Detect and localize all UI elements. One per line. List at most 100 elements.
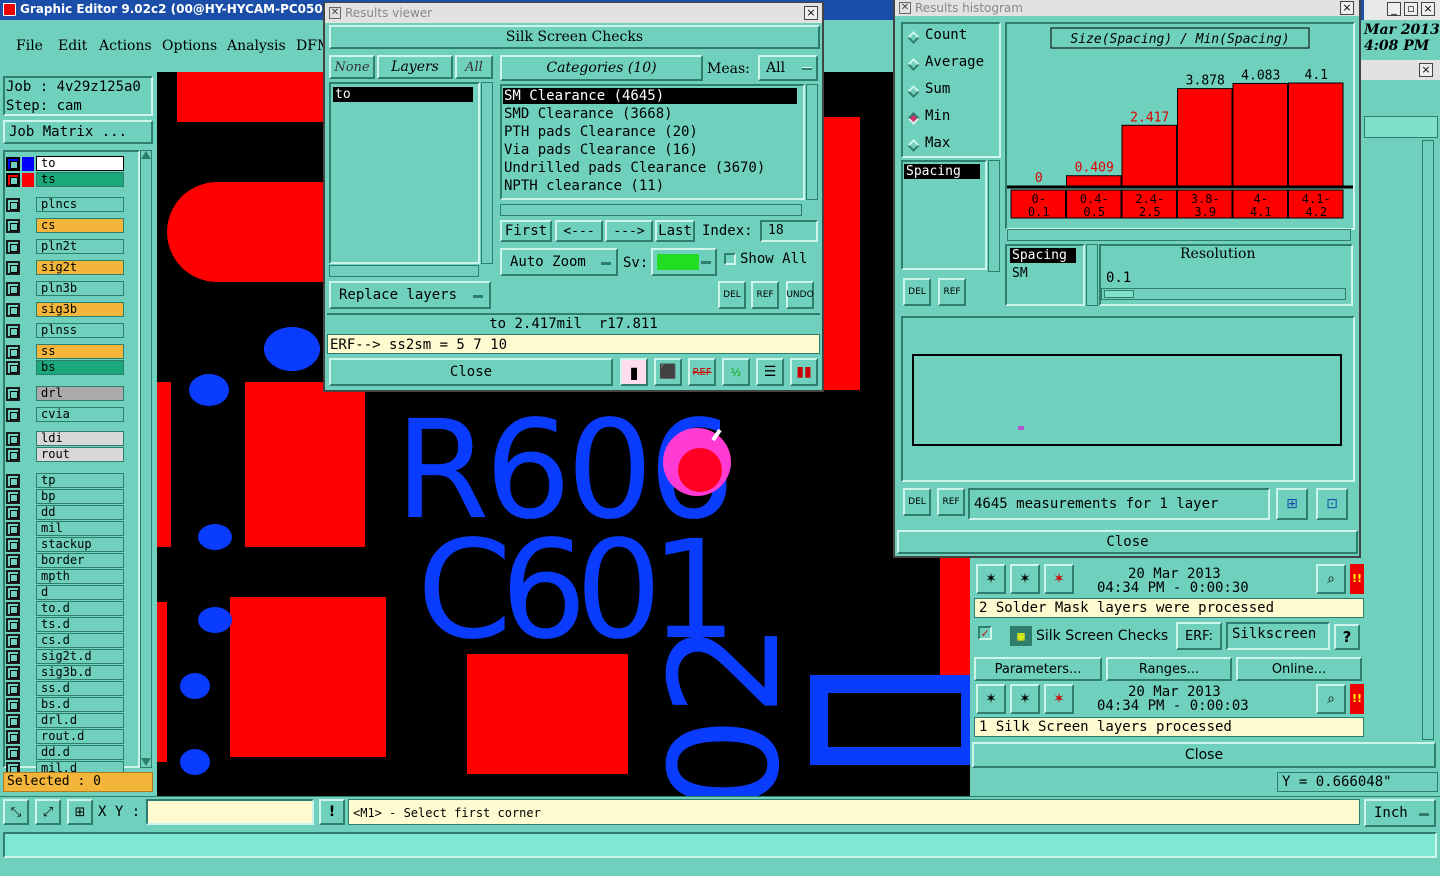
layer-row-bs-d[interactable]: bs.d (6, 697, 124, 712)
layer-checkbox[interactable] (6, 219, 20, 233)
category-item[interactable]: SM Clearance (4645) (503, 88, 797, 104)
layer-name[interactable]: plnss (36, 323, 124, 338)
snap-icon[interactable]: ⤡ (3, 799, 29, 825)
layer-name[interactable]: sig2t.d (36, 649, 124, 664)
layer-row-mpth[interactable]: mpth (6, 569, 124, 584)
flag-icon[interactable]: ▮ (620, 358, 648, 386)
close-icon[interactable]: × (1421, 2, 1435, 16)
layer-row-ts-d[interactable]: ts.d (6, 617, 124, 632)
layer-name[interactable]: sig3b (36, 302, 124, 317)
layer-checkbox[interactable] (6, 746, 20, 760)
layer-name[interactable]: stackup (36, 537, 124, 552)
checklist-close-button[interactable]: Close (972, 742, 1436, 768)
menu-analysis[interactable]: Analysis (227, 38, 286, 54)
layer-name[interactable]: dd (36, 505, 124, 520)
list-icon[interactable]: ☰ (756, 358, 784, 386)
layer-row-plnss[interactable]: plnss (6, 323, 124, 338)
histogram-list-vscroll[interactable] (988, 160, 1000, 272)
layer-row-ts[interactable]: ts (6, 172, 124, 187)
layer-name[interactable]: bs (36, 360, 124, 375)
parameters-button[interactable]: Parameters... (974, 657, 1102, 681)
online-button[interactable]: Online... (1236, 657, 1362, 681)
run-icon-2[interactable]: ✶ (976, 684, 1006, 714)
row1-alert-icon[interactable]: !! (1350, 564, 1364, 594)
category-item[interactable]: NPTH clearance (11) (503, 178, 797, 194)
menu-edit[interactable]: Edit (58, 38, 87, 54)
stat-option-label[interactable]: Count (925, 27, 967, 43)
grid-icon[interactable]: ⊞ (67, 799, 93, 825)
layer-checkbox[interactable] (6, 682, 20, 696)
layer-name[interactable]: pln2t (36, 239, 124, 254)
layer-name[interactable]: ts.d (36, 617, 124, 632)
layer-checkbox[interactable] (6, 602, 20, 616)
zoom-fit-icon[interactable]: ⊞ (1276, 488, 1308, 520)
menu-file[interactable]: File (16, 38, 43, 54)
layer-row-rout[interactable]: rout (6, 447, 124, 462)
measure-icon[interactable]: ⤢ (35, 799, 61, 825)
categories-vscroll[interactable] (806, 84, 818, 200)
layer-checkbox[interactable] (6, 282, 20, 296)
layer-name[interactable]: plncs (36, 197, 124, 212)
resolution-slider-thumb[interactable] (1104, 290, 1134, 298)
layer-name[interactable]: to.d (36, 601, 124, 616)
layer-checkbox[interactable] (6, 303, 20, 317)
layer-name[interactable]: mil (36, 521, 124, 536)
layer-name[interactable]: pln3b (36, 281, 124, 296)
command-line-input[interactable] (3, 832, 1437, 858)
layer-row-sig2t[interactable]: sig2t (6, 260, 124, 275)
warning-icon[interactable]: ! (319, 799, 345, 825)
layer-name[interactable]: sig2t (36, 260, 124, 275)
layer-row-drl[interactable]: drl (6, 386, 124, 401)
category-item[interactable]: SMD Clearance (3668) (503, 106, 797, 122)
layer-name[interactable]: dd.d (36, 745, 124, 760)
preview-del-button[interactable]: DEL (903, 488, 931, 516)
checklist-vscroll[interactable] (1422, 140, 1434, 740)
layer-row-ldi[interactable]: ldi (6, 431, 124, 446)
minimize-icon[interactable]: _ (1387, 2, 1401, 16)
layer-list-scroll-down[interactable] (141, 758, 151, 766)
histogram-del-button[interactable]: DEL (903, 278, 931, 306)
layer-checkbox[interactable] (6, 586, 20, 600)
layer-name[interactable]: ss (36, 344, 124, 359)
layer-list-scroll-up[interactable] (141, 151, 151, 159)
resolution-slider[interactable] (1101, 288, 1346, 300)
layer-name[interactable]: sig3b.d (36, 665, 124, 680)
layer-checkbox[interactable] (6, 506, 20, 520)
erf-value[interactable]: Silkscreen (1226, 622, 1330, 650)
stat-option-label[interactable]: Max (925, 135, 950, 151)
layer-row-bs[interactable]: bs (6, 360, 124, 375)
layer-checkbox[interactable] (6, 448, 20, 462)
check-enabled-checkbox[interactable]: ✓ (978, 626, 992, 640)
layer-name[interactable]: bp (36, 489, 124, 504)
layer-row-pln3b[interactable]: pln3b (6, 281, 124, 296)
erf-button[interactable]: ERF: (1176, 622, 1222, 650)
histogram-close-icon[interactable]: × (1340, 1, 1354, 15)
replace-layers-dropdown[interactable]: Replace layers (329, 281, 491, 309)
next-button[interactable]: ---> (605, 220, 653, 242)
layer-checkbox[interactable] (6, 324, 20, 338)
run-stop-icon-2[interactable]: ✶ (1044, 684, 1074, 714)
category-item[interactable]: PTH pads Clearance (20) (503, 124, 797, 140)
layer-row-ss-d[interactable]: ss.d (6, 681, 124, 696)
layers-list-item[interactable]: to (333, 87, 473, 102)
layer-name[interactable]: drl.d (36, 713, 124, 728)
sv-color-dropdown[interactable] (651, 248, 717, 276)
categories-hscroll[interactable] (500, 204, 802, 216)
layer-name[interactable]: cvia (36, 407, 124, 422)
layer-checkbox[interactable] (6, 240, 20, 254)
undo-button[interactable]: UNDO (786, 281, 814, 309)
menu-actions[interactable]: Actions (99, 38, 152, 54)
layer-row-border[interactable]: border (6, 553, 124, 568)
stat-option-label[interactable]: Min (925, 108, 950, 124)
layer-list-scrollbar[interactable] (140, 150, 152, 768)
results-viewer-titlebar[interactable]: ✕ Results viewer (325, 3, 822, 23)
layer-name[interactable]: bs.d (36, 697, 124, 712)
run-all-icon-2[interactable]: ✶ (1010, 684, 1040, 714)
layer-row-to-d[interactable]: to.d (6, 601, 124, 616)
xy-input[interactable] (146, 799, 314, 825)
layer-name[interactable]: mpth (36, 569, 124, 584)
ranges-button[interactable]: Ranges... (1106, 657, 1232, 681)
layer-checkbox[interactable] (6, 361, 20, 375)
layer-checkbox[interactable] (6, 554, 20, 568)
del-button[interactable]: DEL (718, 281, 746, 309)
